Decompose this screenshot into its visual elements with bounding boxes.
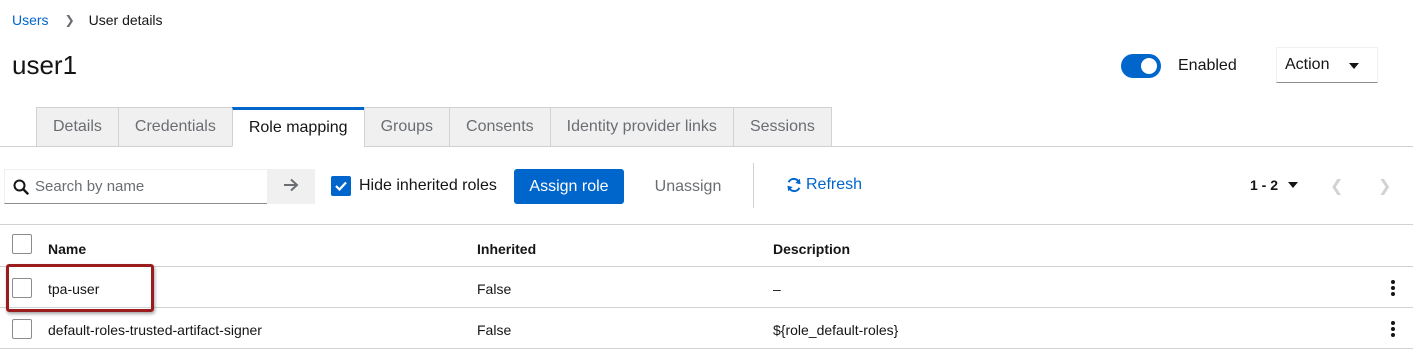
toggle-knob bbox=[1141, 58, 1157, 74]
column-header-description: Description bbox=[773, 241, 851, 257]
search-box bbox=[4, 169, 267, 204]
checkmark-icon bbox=[335, 181, 347, 191]
caret-down-icon bbox=[1349, 63, 1359, 69]
tab-credentials[interactable]: Credentials bbox=[117, 107, 232, 147]
column-header-name[interactable]: Name bbox=[48, 241, 86, 257]
hide-inherited-label: Hide inherited roles bbox=[359, 177, 497, 194]
tab-groups[interactable]: Groups bbox=[363, 107, 450, 147]
breadcrumb-current: User details bbox=[88, 12, 163, 28]
tab-consents[interactable]: Consents bbox=[449, 107, 550, 147]
action-dropdown[interactable]: Action bbox=[1276, 47, 1378, 83]
pagination-toggle[interactable]: 1 - 2 bbox=[1250, 177, 1299, 193]
tab-label: Role mapping bbox=[248, 119, 348, 136]
tab-label: Consents bbox=[466, 118, 534, 135]
chevron-right-icon[interactable]: ❯ bbox=[1378, 176, 1391, 196]
highlight-box bbox=[6, 264, 154, 312]
role-name: default-roles-trusted-artifact-signer bbox=[48, 322, 262, 338]
tab-label: Credentials bbox=[134, 118, 216, 135]
search-input[interactable] bbox=[35, 178, 255, 195]
arrow-right-icon bbox=[283, 178, 299, 196]
tab-label: Sessions bbox=[749, 118, 815, 135]
search-icon bbox=[13, 179, 29, 195]
refresh-button[interactable]: Refresh bbox=[786, 176, 862, 194]
enabled-toggle[interactable] bbox=[1121, 54, 1161, 78]
tab-label: Identity provider links bbox=[566, 118, 717, 135]
tab-sessions[interactable]: Sessions bbox=[732, 107, 832, 147]
enabled-switch[interactable]: Enabled bbox=[1121, 54, 1237, 78]
tab-label: Details bbox=[53, 118, 102, 135]
row-kebab-menu-icon[interactable] bbox=[1391, 321, 1395, 337]
role-inherited: False bbox=[477, 322, 512, 338]
tab-bar: Details Credentials Role mapping Groups … bbox=[36, 107, 832, 147]
breadcrumb-users-link[interactable]: Users bbox=[12, 12, 49, 28]
unassign-button[interactable]: Unassign bbox=[640, 169, 736, 204]
toolbar-divider bbox=[753, 163, 754, 208]
tab-identity-provider-links[interactable]: Identity provider links bbox=[549, 107, 733, 147]
page-title: user1 bbox=[12, 50, 78, 80]
table-top-border bbox=[0, 224, 1413, 225]
row-divider bbox=[0, 348, 1413, 349]
breadcrumb: Users ❯ User details bbox=[12, 12, 163, 28]
action-label: Action bbox=[1285, 56, 1330, 73]
hide-inherited-roles: Hide inherited roles bbox=[331, 176, 497, 196]
pagination-range: 1 - 2 bbox=[1250, 177, 1279, 193]
role-description: ${role_default-roles} bbox=[773, 322, 899, 338]
row-checkbox[interactable] bbox=[12, 319, 32, 339]
assign-role-button[interactable]: Assign role bbox=[514, 169, 624, 204]
row-kebab-menu-icon[interactable] bbox=[1391, 280, 1395, 296]
hide-inherited-checkbox[interactable] bbox=[331, 176, 351, 196]
tab-details[interactable]: Details bbox=[36, 107, 118, 147]
select-all-checkbox[interactable] bbox=[12, 234, 32, 254]
row-divider bbox=[0, 266, 1413, 267]
chevron-left-icon[interactable]: ❮ bbox=[1330, 176, 1343, 196]
enabled-label: Enabled bbox=[1178, 57, 1237, 74]
role-description: – bbox=[773, 281, 781, 297]
row-divider bbox=[0, 307, 1413, 308]
caret-down-icon bbox=[1288, 182, 1299, 188]
tab-label: Groups bbox=[380, 118, 434, 135]
column-header-inherited: Inherited bbox=[477, 241, 537, 257]
search-submit-button[interactable] bbox=[267, 169, 315, 204]
refresh-label: Refresh bbox=[806, 176, 863, 193]
chevron-right-icon: ❯ bbox=[64, 13, 75, 27]
refresh-icon bbox=[786, 177, 802, 193]
tab-role-mapping[interactable]: Role mapping bbox=[231, 107, 364, 147]
role-inherited: False bbox=[477, 281, 512, 297]
